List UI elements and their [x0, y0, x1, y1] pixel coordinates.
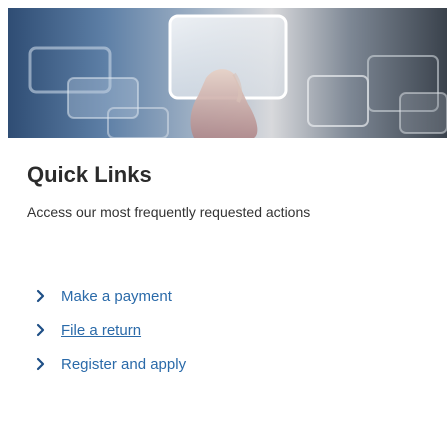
chevron-right-icon — [33, 356, 49, 372]
quick-links-card: Quick Links Access our most frequently r… — [0, 0, 447, 424]
quick-links-header: Quick Links Access our most frequently r… — [27, 160, 427, 222]
quick-link-register-apply[interactable]: Register and apply — [33, 347, 186, 381]
chevron-right-icon — [33, 322, 49, 338]
quick-link-file-return[interactable]: File a return — [33, 313, 186, 347]
quick-links-title: Quick Links — [27, 162, 152, 187]
chevron-right-icon — [33, 288, 49, 304]
hero-banner-image — [8, 8, 447, 138]
register-apply-link[interactable]: Register and apply — [61, 356, 186, 373]
make-payment-link[interactable]: Make a payment — [61, 288, 172, 305]
file-return-link[interactable]: File a return — [61, 322, 141, 339]
quick-links-subtitle: Access our most frequently requested act… — [27, 204, 311, 220]
quick-links-list: Make a payment File a return Register an… — [33, 279, 186, 381]
quick-link-make-payment[interactable]: Make a payment — [33, 279, 186, 313]
